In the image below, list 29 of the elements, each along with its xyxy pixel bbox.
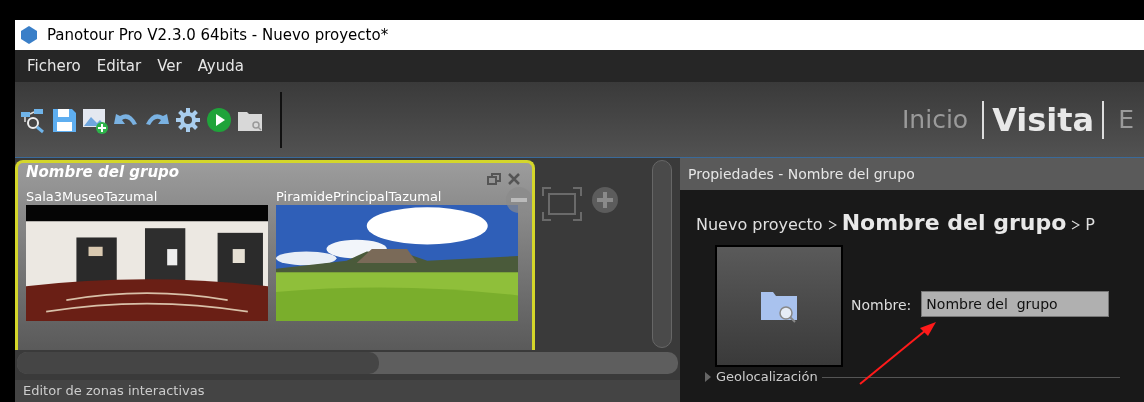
- menu-item[interactable]: Ver: [157, 54, 182, 78]
- name-field[interactable]: Nombre del grupo: [921, 291, 1109, 317]
- breadcrumb-item[interactable]: Nuevo proyecto: [696, 213, 823, 237]
- menu-item[interactable]: Ayuda: [197, 54, 244, 78]
- panorama-name: PiramidePrincipalTazumal: [276, 189, 443, 205]
- close-icon[interactable]: [506, 171, 522, 187]
- zoom-in-icon[interactable]: [591, 186, 619, 214]
- window-title: Panotour Pro V2.3.0 64bits - Nuevo proyecto*: [47, 24, 389, 46]
- section-header[interactable]: Geolocalización: [716, 369, 818, 385]
- restore-icon[interactable]: [486, 171, 502, 187]
- play-icon[interactable]: [205, 105, 233, 134]
- panorama-name: Sala3MuseoTazumal: [26, 189, 159, 205]
- chevron-icon: [1071, 220, 1081, 230]
- caret-right-icon[interactable]: [704, 372, 712, 382]
- field-label: Nombre:: [851, 296, 912, 315]
- breadcrumb-item[interactable]: P: [1085, 213, 1095, 237]
- menu-item[interactable]: Editar: [96, 54, 142, 78]
- chevron-icon: [827, 220, 837, 230]
- menu-item[interactable]: Fichero: [27, 54, 81, 78]
- group-title: Nombre del grupo: [26, 163, 180, 181]
- app-logo-icon: [19, 25, 39, 45]
- mode-tab[interactable]: Visita: [992, 95, 1095, 144]
- gear-icon[interactable]: [174, 105, 202, 134]
- vertical-scrollbar[interactable]: [652, 160, 672, 348]
- panel-title: Propiedades - Nombre del grupo: [688, 164, 915, 184]
- horizontal-scrollbar[interactable]: [17, 352, 678, 374]
- breadcrumb-item[interactable]: Nombre del grupo: [841, 206, 1067, 239]
- thumbnail-frame[interactable]: [715, 245, 843, 367]
- panel-title: Editor de zonas interactivas: [23, 383, 205, 399]
